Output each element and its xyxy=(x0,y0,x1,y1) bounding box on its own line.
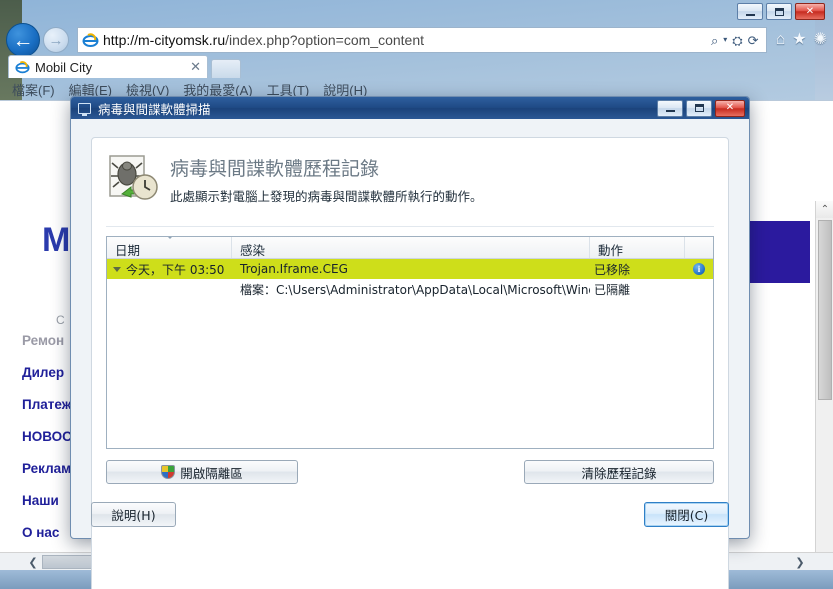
history-row-threat[interactable]: 今天，下午 03:50 Trojan.Iframe.CEG 已移除 i xyxy=(107,259,713,279)
address-bar-icons: ⌕ ▾ ⛭ ⟳ xyxy=(708,34,762,47)
browser-navigation-bar: ← → http://m-cityomsk.ru/index.php?optio… xyxy=(0,22,833,58)
chevron-down-icon[interactable]: ▾ xyxy=(723,36,727,44)
dialog-footer: 說明(H) 關閉(C) xyxy=(71,502,749,532)
tab-close-icon[interactable]: ✕ xyxy=(190,59,201,75)
history-row-info-cell: i xyxy=(685,263,713,275)
history-subrow-action: 已隔離 xyxy=(594,282,631,297)
dialog-title-text: 病毒與間諜軟體掃描 xyxy=(98,102,211,117)
history-subrow-file-path: 檔案：C:\Users\Administrator\AppData\Local\… xyxy=(240,282,590,297)
antivirus-history-dialog: 病毒與間諜軟體掃描 ✕ 病毒與間諜軟體歷程記錄 此處顯示對電腦上發現的病毒與間諜… xyxy=(70,96,750,589)
column-header-action[interactable]: 動作 xyxy=(590,237,685,258)
browser-toolbar-icons: ⌂ ★ ✺ xyxy=(776,32,827,48)
ie-favicon xyxy=(82,32,99,49)
dialog-titlebar: 病毒與間諜軟體掃描 ✕ xyxy=(71,97,749,119)
history-list[interactable]: 日期 感染 動作 今天，下午 03:50 Trojan.Iframe.CEG 已… xyxy=(106,236,714,449)
expander-triangle-icon[interactable] xyxy=(113,266,121,272)
browser-maximize-button[interactable] xyxy=(766,3,792,20)
tools-gear-icon[interactable]: ✺ xyxy=(814,32,827,48)
dialog-minimize-button[interactable] xyxy=(657,99,683,117)
open-quarantine-button[interactable]: 開啟隔離區 xyxy=(106,460,298,484)
history-row-date: 今天，下午 03:50 xyxy=(126,262,225,277)
close-dialog-button[interactable]: 關閉(C) xyxy=(644,502,729,527)
tab-title: Mobil City xyxy=(35,59,93,75)
address-bar-url: http://m-cityomsk.ru/index.php?option=co… xyxy=(103,32,425,48)
history-list-header: 日期 感染 動作 xyxy=(107,237,713,259)
column-header-date[interactable]: 日期 xyxy=(107,237,232,258)
panel-heading: 病毒與間諜軟體歷程記錄 xyxy=(170,158,380,180)
new-tab-button[interactable] xyxy=(211,59,241,78)
page-vertical-scrollbar[interactable]: ⌃ ⌄ xyxy=(815,201,833,560)
scroll-right-arrow-icon[interactable]: ❯ xyxy=(791,553,809,571)
tab-favicon xyxy=(15,60,30,75)
bug-history-icon xyxy=(107,154,159,202)
sort-ascending-icon xyxy=(165,237,175,239)
scroll-left-arrow-icon[interactable]: ❮ xyxy=(24,553,42,571)
history-row-file[interactable]: 檔案：C:\Users\Administrator\AppData\Local\… xyxy=(107,279,713,299)
back-button[interactable]: ← xyxy=(6,23,40,57)
browser-window-controls: ✕ xyxy=(737,3,825,20)
history-row-date-cell: 今天，下午 03:50 xyxy=(107,261,232,278)
dialog-close-button[interactable]: ✕ xyxy=(715,99,745,117)
history-row-infection: Trojan.Iframe.CEG xyxy=(240,262,348,276)
scroll-up-arrow-icon[interactable]: ⌃ xyxy=(816,201,833,218)
browser-minimize-button[interactable] xyxy=(737,3,763,20)
help-button[interactable]: 說明(H) xyxy=(91,502,176,527)
browser-tab-strip: Mobil City ✕ xyxy=(0,55,833,78)
panel-header: 病毒與間諜軟體歷程記錄 此處顯示對電腦上發現的病毒與間諜軟體所執行的動作。 xyxy=(92,138,728,230)
forward-button[interactable]: → xyxy=(43,27,69,53)
browser-titlebar: ✕ xyxy=(0,0,833,22)
panel-divider xyxy=(106,226,714,227)
dialog-window-controls: ✕ xyxy=(657,99,745,117)
vertical-scroll-thumb[interactable] xyxy=(818,220,832,400)
compat-view-icon[interactable]: ⛭ xyxy=(732,34,742,47)
refresh-icon[interactable]: ⟳ xyxy=(748,34,759,47)
clear-history-button[interactable]: 清除歷程記錄 xyxy=(524,460,714,484)
dialog-body: 病毒與間諜軟體歷程記錄 此處顯示對電腦上發現的病毒與間諜軟體所執行的動作。 日期… xyxy=(71,119,749,589)
panel-button-row: 開啟隔離區 清除歷程記錄 xyxy=(106,460,714,486)
shield-icon xyxy=(161,465,176,479)
column-header-spacer xyxy=(685,237,713,258)
panel-description: 此處顯示對電腦上發現的病毒與間諜軟體所執行的動作。 xyxy=(170,189,483,204)
site-tagline: С xyxy=(56,313,65,327)
monitor-icon xyxy=(78,102,91,116)
browser-tab[interactable]: Mobil City ✕ xyxy=(8,55,208,78)
address-bar[interactable]: http://m-cityomsk.ru/index.php?option=co… xyxy=(77,27,767,53)
favorites-star-icon[interactable]: ★ xyxy=(792,32,806,48)
home-icon[interactable]: ⌂ xyxy=(776,32,786,48)
column-header-infection[interactable]: 感染 xyxy=(232,237,590,258)
history-row-action: 已移除 xyxy=(594,262,631,277)
info-icon[interactable]: i xyxy=(693,263,705,275)
browser-close-button[interactable]: ✕ xyxy=(795,3,825,20)
dialog-maximize-button[interactable] xyxy=(686,99,712,117)
menu-item-file[interactable]: 檔案(F) xyxy=(12,80,55,99)
site-logo: M xyxy=(42,221,70,259)
search-icon[interactable]: ⌕ xyxy=(711,34,718,47)
